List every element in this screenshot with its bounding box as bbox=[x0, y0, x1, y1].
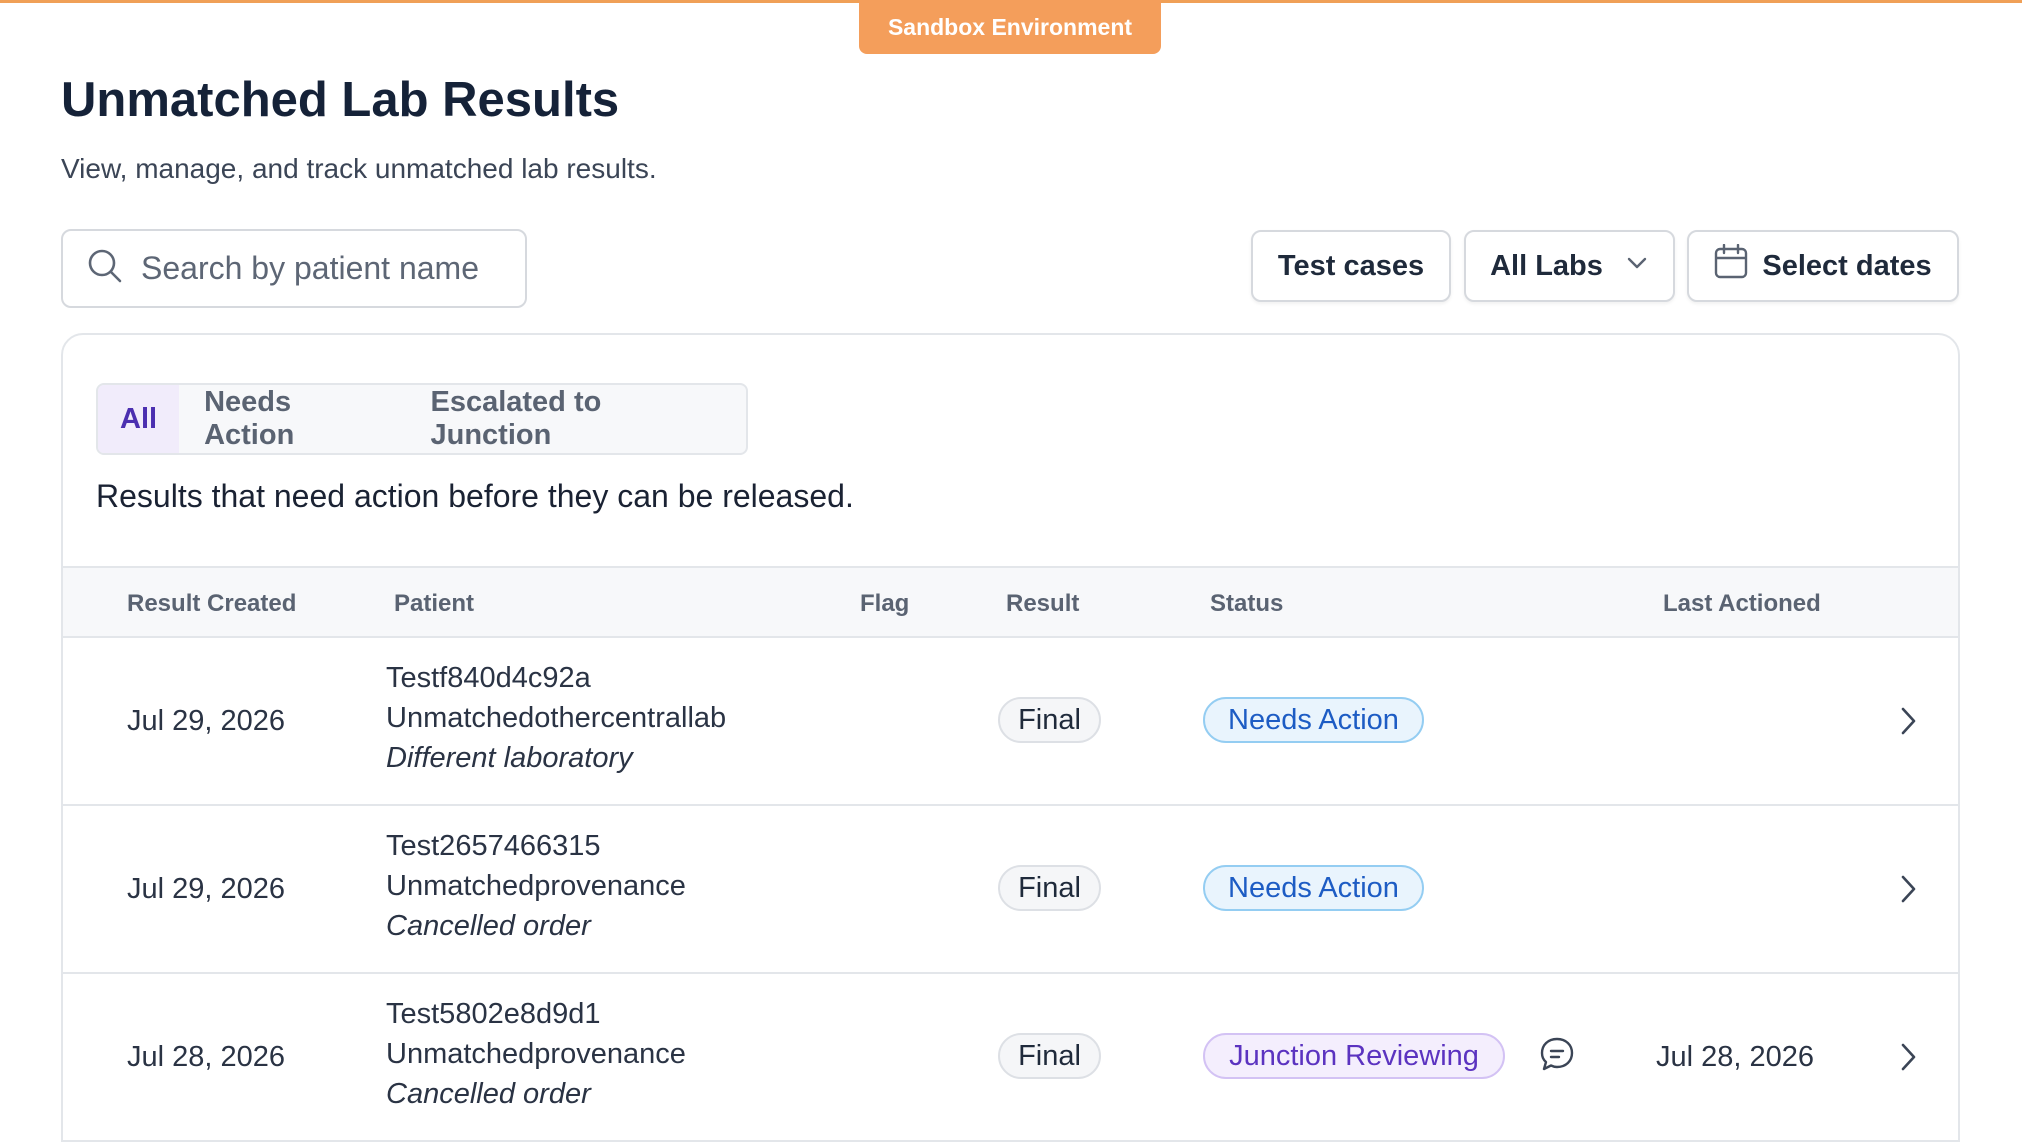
tab-escalated-to-junction[interactable]: Escalated to Junction bbox=[406, 385, 746, 453]
column-last-actioned[interactable]: Last Actioned bbox=[1663, 590, 1821, 618]
status-badge: Needs Action bbox=[1203, 865, 1424, 911]
chevron-right-icon[interactable] bbox=[1894, 1041, 1922, 1078]
table-row[interactable]: Jul 28, 2026 Test5802e8d9d1 Unmatchedpro… bbox=[63, 974, 1958, 1142]
patient-name: Testf840d4c92a bbox=[386, 662, 591, 694]
patient-surname: Unmatchedothercentrallab bbox=[386, 702, 727, 734]
sandbox-environment-badge: Sandbox Environment bbox=[859, 0, 1161, 54]
chevron-down-icon bbox=[1625, 250, 1649, 283]
patient-cell: Testf840d4c92a Unmatchedothercentrallab … bbox=[386, 658, 726, 778]
test-cases-label: Test cases bbox=[1277, 249, 1425, 282]
search-input[interactable] bbox=[141, 250, 521, 287]
search-icon bbox=[87, 248, 123, 289]
result-badge: Final bbox=[998, 865, 1101, 911]
patient-note: Cancelled order bbox=[386, 910, 591, 942]
select-dates-button[interactable]: Select dates bbox=[1687, 230, 1959, 302]
column-result[interactable]: Result bbox=[1006, 590, 1079, 618]
search-box[interactable] bbox=[61, 229, 527, 308]
tab-needs-action[interactable]: Needs Action bbox=[179, 385, 406, 453]
result-created-date: Jul 28, 2026 bbox=[127, 1041, 286, 1073]
page-title: Unmatched Lab Results bbox=[61, 73, 620, 127]
patient-surname: Unmatchedprovenance bbox=[386, 1038, 686, 1070]
result-created-date: Jul 29, 2026 bbox=[127, 873, 286, 905]
last-actioned-date: Jul 28, 2026 bbox=[1656, 1041, 1815, 1073]
table-header: Result Created Patient Flag Result Statu… bbox=[63, 566, 1958, 638]
status-badge: Needs Action bbox=[1203, 697, 1424, 743]
results-card: All Needs Action Escalated to Junction R… bbox=[61, 333, 1960, 1142]
result-created-date: Jul 29, 2026 bbox=[127, 705, 286, 737]
patient-surname: Unmatchedprovenance bbox=[386, 870, 686, 902]
column-result-created[interactable]: Result Created bbox=[127, 590, 296, 618]
test-cases-button[interactable]: Test cases bbox=[1251, 230, 1451, 302]
comment-icon[interactable] bbox=[1539, 1036, 1575, 1077]
table-row[interactable]: Jul 29, 2026 Testf840d4c92a Unmatchedoth… bbox=[63, 638, 1958, 806]
result-badge: Final bbox=[998, 697, 1101, 743]
patient-cell: Test2657466315 Unmatchedprovenance Cance… bbox=[386, 826, 686, 946]
calendar-icon bbox=[1714, 243, 1748, 288]
status-tabs: All Needs Action Escalated to Junction bbox=[96, 383, 748, 455]
status-badge: Junction Reviewing bbox=[1203, 1033, 1505, 1079]
select-dates-label: Select dates bbox=[1762, 249, 1932, 282]
chevron-right-icon[interactable] bbox=[1894, 873, 1922, 910]
column-status[interactable]: Status bbox=[1210, 590, 1283, 618]
all-labs-label: All Labs bbox=[1490, 249, 1603, 282]
tab-description: Results that need action before they can… bbox=[96, 478, 854, 514]
chevron-right-icon[interactable] bbox=[1894, 705, 1922, 742]
patient-note: Different laboratory bbox=[386, 742, 633, 774]
patient-name: Test5802e8d9d1 bbox=[386, 998, 601, 1030]
tab-all[interactable]: All bbox=[98, 385, 180, 453]
table-row[interactable]: Jul 29, 2026 Test2657466315 Unmatchedpro… bbox=[63, 806, 1958, 974]
result-badge: Final bbox=[998, 1033, 1101, 1079]
column-patient[interactable]: Patient bbox=[394, 590, 474, 618]
column-flag[interactable]: Flag bbox=[860, 590, 909, 618]
all-labs-dropdown[interactable]: All Labs bbox=[1464, 230, 1675, 302]
page-subtitle: View, manage, and track unmatched lab re… bbox=[61, 153, 657, 184]
patient-cell: Test5802e8d9d1 Unmatchedprovenance Cance… bbox=[386, 994, 686, 1114]
patient-name: Test2657466315 bbox=[386, 830, 601, 862]
patient-note: Cancelled order bbox=[386, 1078, 591, 1110]
